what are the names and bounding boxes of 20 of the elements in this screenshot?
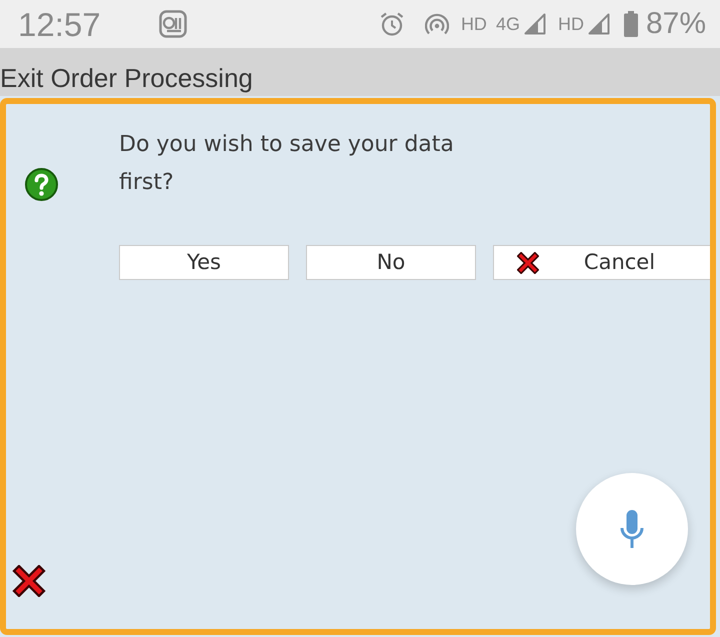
network-label: 4G [496,15,520,33]
cancel-icon [517,252,539,274]
dialog-button[interactable]: No [306,245,476,280]
microphone-icon [620,510,644,548]
alarm-icon [378,11,405,37]
signal-icon [588,13,610,35]
dialog-button[interactable]: Yes [119,245,289,280]
battery-icon [624,11,638,37]
help-icon [25,168,58,201]
network-label: HD [460,15,487,33]
close-icon[interactable] [12,565,46,597]
network-label: HD [558,15,584,33]
clock-time: 12:57 [18,8,101,40]
battery-percentage: 87% [646,9,706,39]
page-title: Exit Order Processing [0,65,253,91]
app-notification-icon [158,10,187,38]
hotspot-icon [424,12,449,36]
dialog-message: Do you wish to save your data first? [119,131,455,197]
cancel-button[interactable]: Cancel [493,245,710,280]
signal-icon [524,13,546,35]
